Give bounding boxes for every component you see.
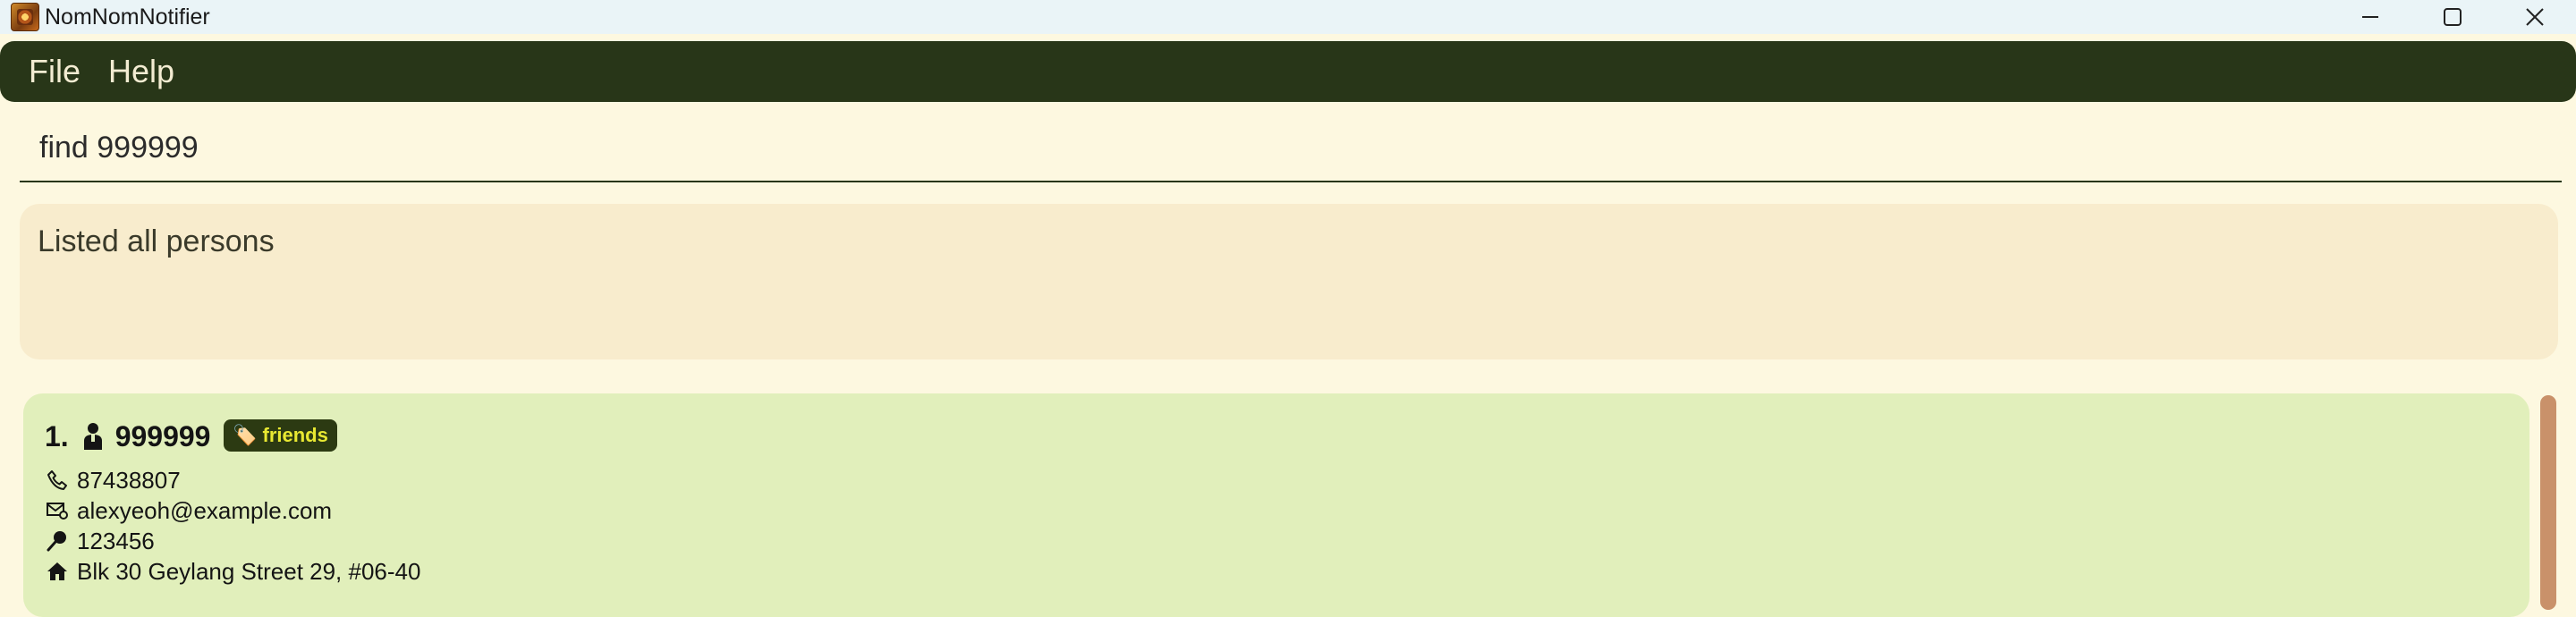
address-text: Blk 30 Geylang Street 29, #06-40 [77,558,421,585]
postal-row: 123456 [47,526,155,556]
email-icon [47,503,68,520]
phone-icon [47,470,67,490]
phone-row: 87438807 [47,465,181,495]
close-icon [2526,8,2544,26]
person-name: 999999 [114,420,211,452]
email-text: alexyeoh@example.com [77,497,333,524]
title-bar: NomNomNotifier [0,0,2576,34]
person-icon [83,423,102,450]
minimize-icon [2362,16,2378,18]
app-logo-icon [11,3,39,31]
menu-bar: File Help [0,41,2576,102]
minimize-button[interactable] [2330,0,2411,34]
tag-badge: 🏷️ friends [224,419,337,452]
postal-text: 123456 [77,528,155,554]
command-input[interactable] [39,122,2526,173]
person-card[interactable]: 1. 999999 🏷️ friends 87438807 alexyeoh@e… [23,393,2529,617]
address-row: Blk 30 Geylang Street 29, #06-40 [47,556,420,587]
menu-file[interactable]: File [29,52,80,91]
close-button[interactable] [2495,0,2575,34]
email-row: alexyeoh@example.com [47,495,332,526]
result-display: Listed all persons [20,204,2558,359]
phone-text: 87438807 [77,467,181,494]
person-index: 1. [45,420,69,452]
command-box [20,122,2562,182]
scrollbar[interactable] [2540,395,2556,610]
maximize-button[interactable] [2412,0,2493,34]
pin-icon [47,531,66,552]
home-icon [47,562,67,580]
window-title: NomNomNotifier [45,4,210,30]
maximize-icon [2444,8,2462,26]
result-message: Listed all persons [38,224,275,258]
menu-help[interactable]: Help [108,52,174,91]
person-name-row: 1. 999999 [45,417,210,456]
